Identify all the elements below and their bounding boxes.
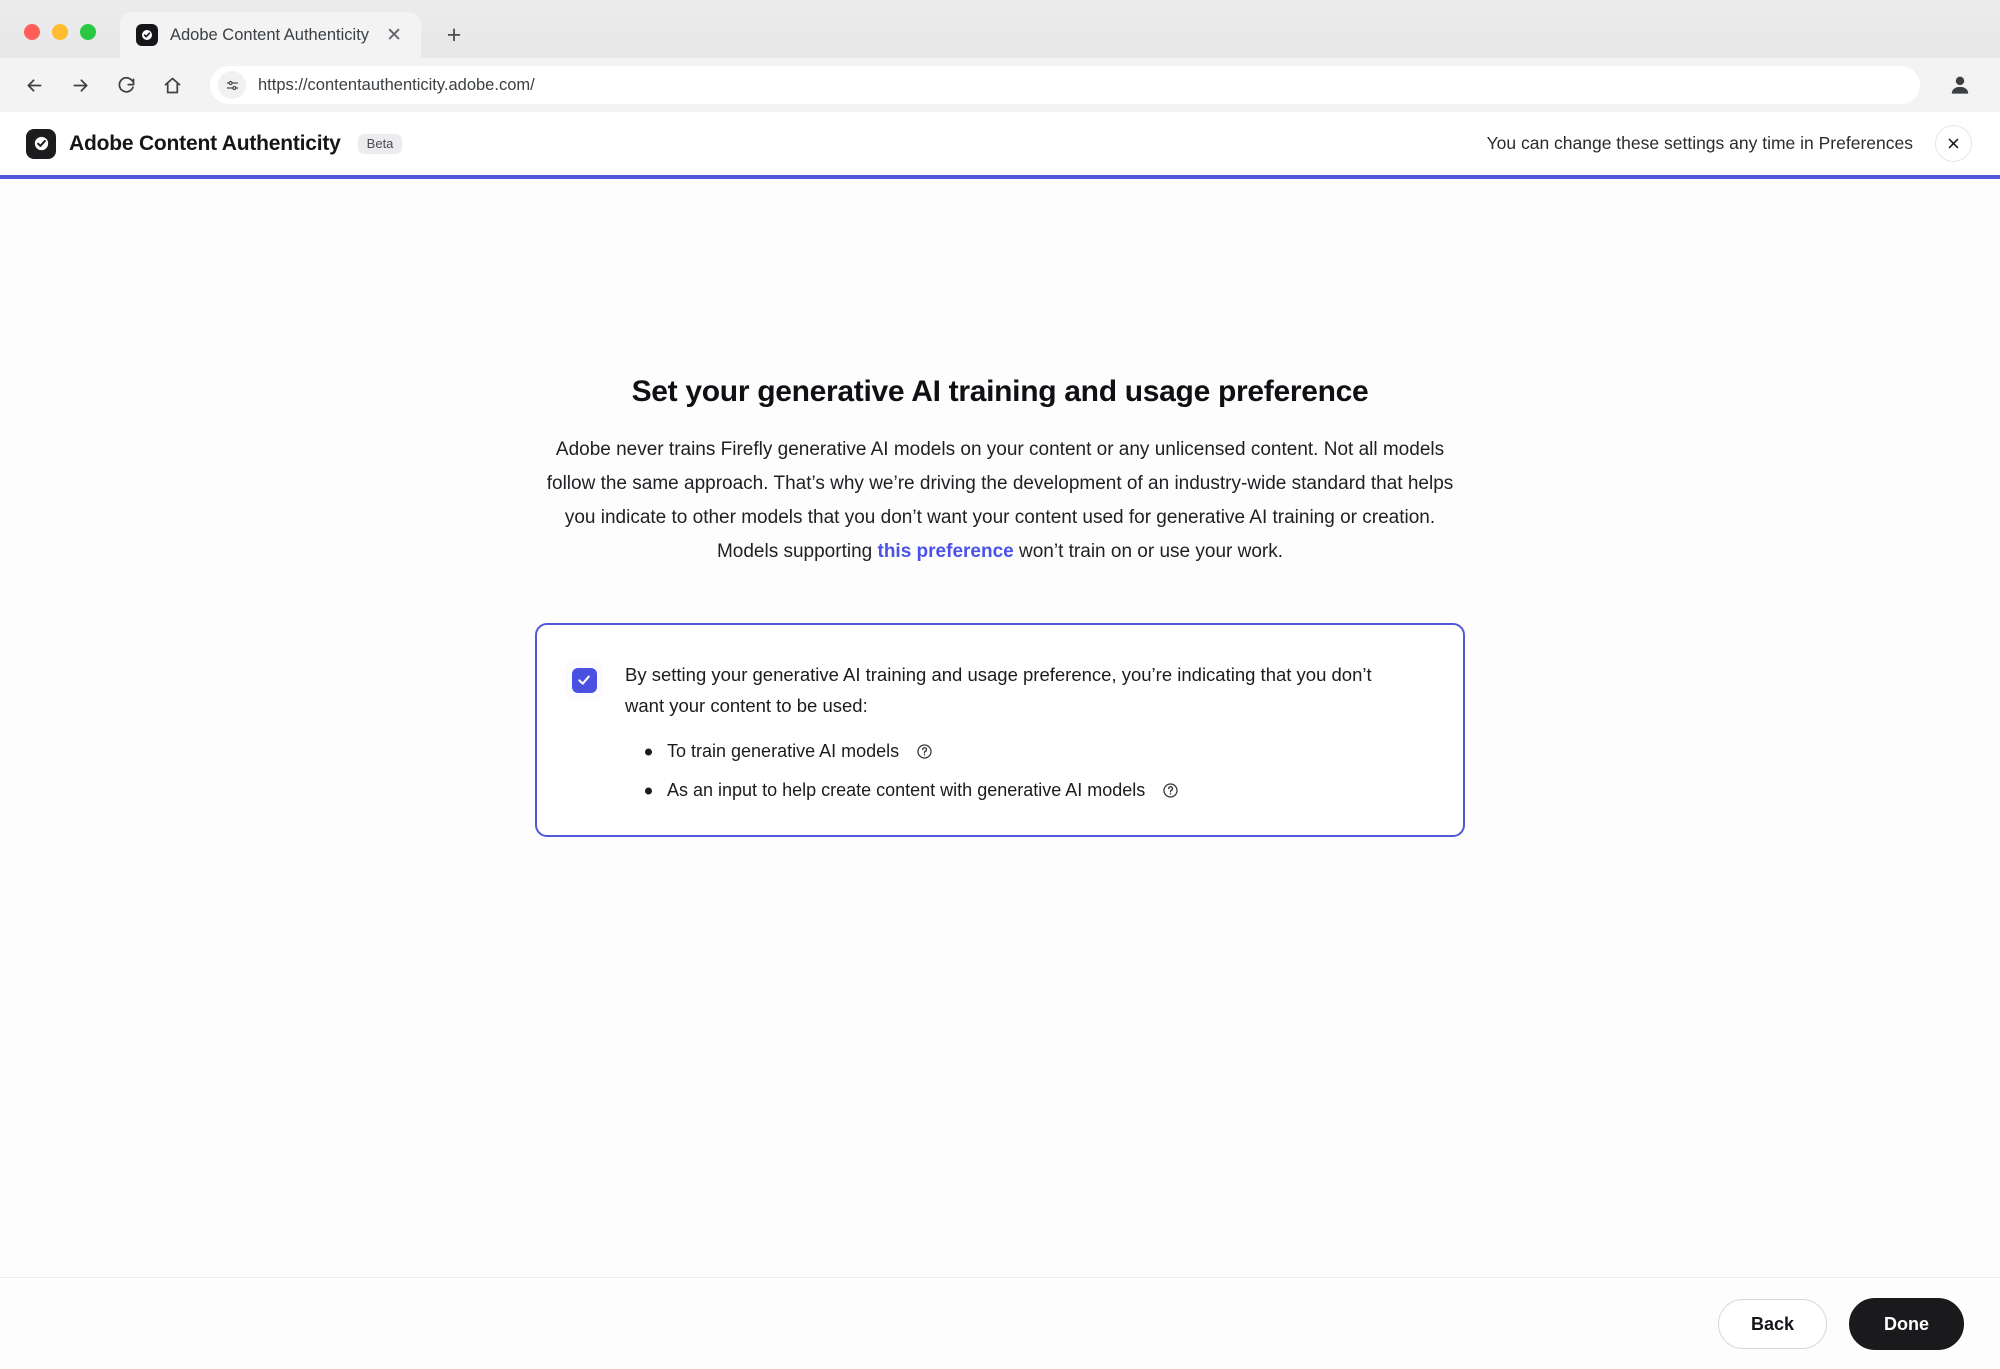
adobe-content-credentials-icon	[26, 128, 56, 159]
beta-badge: Beta	[357, 133, 403, 154]
close-window-button[interactable]	[24, 24, 40, 40]
new-tab-button[interactable]: +	[435, 16, 473, 54]
help-circle-icon[interactable]	[916, 743, 933, 760]
description-text-part2: won’t train on or use your work.	[1013, 541, 1284, 562]
preference-option-label: To train generative AI models	[667, 741, 900, 761]
brand-title: Adobe Content Authenticity	[69, 131, 341, 155]
browser-toolbar: https://contentauthenticity.adobe.com/	[0, 58, 2000, 112]
page-title: Set your generative AI training and usag…	[631, 375, 1369, 408]
done-button[interactable]: Done	[1849, 1297, 1964, 1350]
close-icon[interactable]	[1935, 125, 1972, 162]
preference-checkbox[interactable]	[565, 661, 603, 699]
this-preference-link[interactable]: this preference	[878, 541, 1014, 562]
reload-button[interactable]	[106, 65, 146, 105]
page-description: Adobe never trains Firefly generative AI…	[530, 433, 1470, 569]
list-item: To train generative AI models	[625, 741, 1429, 762]
preference-card-body: By setting your generative AI training a…	[625, 659, 1429, 801]
adobe-content-credentials-icon	[136, 24, 158, 46]
browser-tab-title: Adobe Content Authenticity	[170, 25, 370, 44]
page-viewport: Adobe Content Authenticity Beta You can …	[0, 112, 2000, 1369]
preference-option-label: As an input to help create content with …	[667, 780, 1146, 800]
preference-options-list: To train generative AI models As an inpu…	[625, 741, 1429, 801]
address-bar[interactable]: https://contentauthenticity.adobe.com/	[210, 66, 1920, 104]
address-bar-url: https://contentauthenticity.adobe.com/	[258, 75, 535, 94]
back-button[interactable]	[14, 65, 54, 105]
app-header: Adobe Content Authenticity Beta You can …	[0, 112, 2000, 175]
maximize-window-button[interactable]	[80, 24, 96, 40]
footer-actions: Back Done	[0, 1277, 2000, 1369]
preference-lead-text: By setting your generative AI training a…	[625, 664, 1372, 716]
sliders-icon[interactable]	[218, 71, 246, 99]
main-content: Set your generative AI training and usag…	[0, 179, 2000, 1277]
help-circle-icon[interactable]	[1162, 782, 1179, 799]
checkbox-checked-icon	[571, 667, 597, 693]
tab-close-icon[interactable]: ✕	[381, 22, 407, 48]
app-header-actions: You can change these settings any time i…	[1487, 125, 1972, 162]
minimize-window-button[interactable]	[52, 24, 68, 40]
brand: Adobe Content Authenticity Beta	[26, 128, 403, 159]
home-button[interactable]	[152, 65, 192, 105]
browser-tab[interactable]: Adobe Content Authenticity ✕	[120, 12, 422, 58]
preference-panel: Set your generative AI training and usag…	[530, 375, 1470, 837]
list-item: As an input to help create content with …	[625, 780, 1429, 801]
browser-window: Adobe Content Authenticity ✕ + https://c…	[0, 0, 2000, 1369]
browser-tabstrip: Adobe Content Authenticity ✕ +	[0, 0, 2000, 58]
header-note: You can change these settings any time i…	[1486, 133, 1913, 153]
user-avatar-icon[interactable]	[1940, 65, 1980, 105]
forward-button[interactable]	[60, 65, 100, 105]
preference-card: By setting your generative AI training a…	[535, 623, 1465, 837]
back-button[interactable]: Back	[1717, 1298, 1827, 1349]
window-traffic-lights	[18, 24, 96, 58]
